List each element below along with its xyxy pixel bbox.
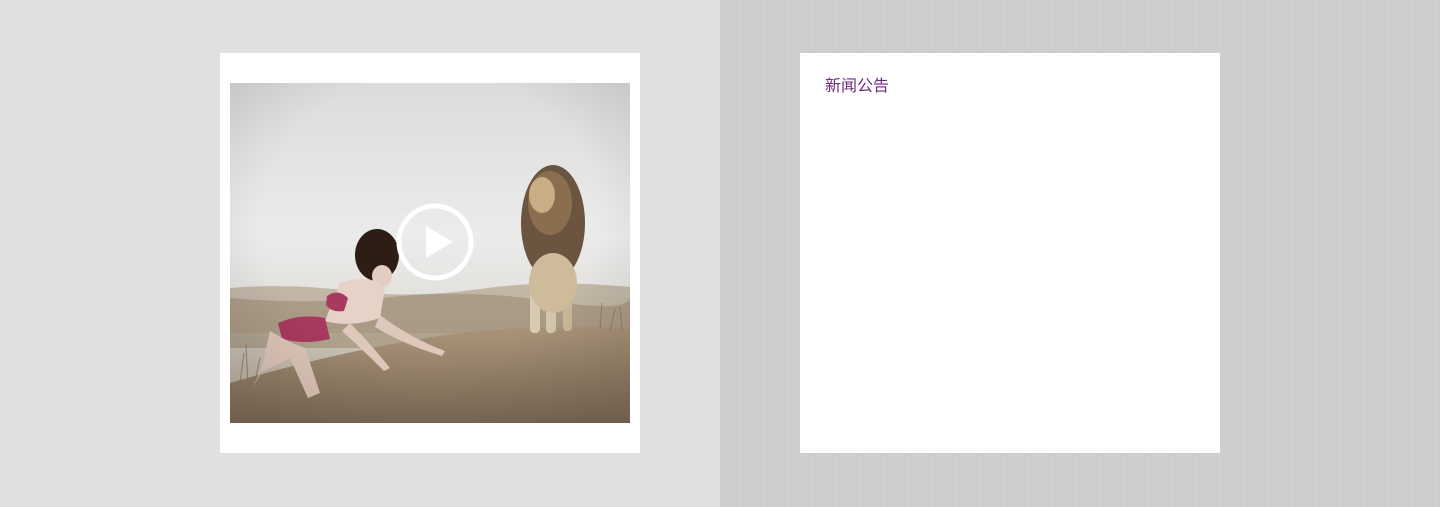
news-card: 新闻公告 <box>800 53 1220 453</box>
news-title[interactable]: 新闻公告 <box>825 75 889 97</box>
video-card <box>220 53 640 453</box>
play-circle-icon[interactable] <box>395 202 475 282</box>
video-thumbnail[interactable] <box>230 83 630 423</box>
